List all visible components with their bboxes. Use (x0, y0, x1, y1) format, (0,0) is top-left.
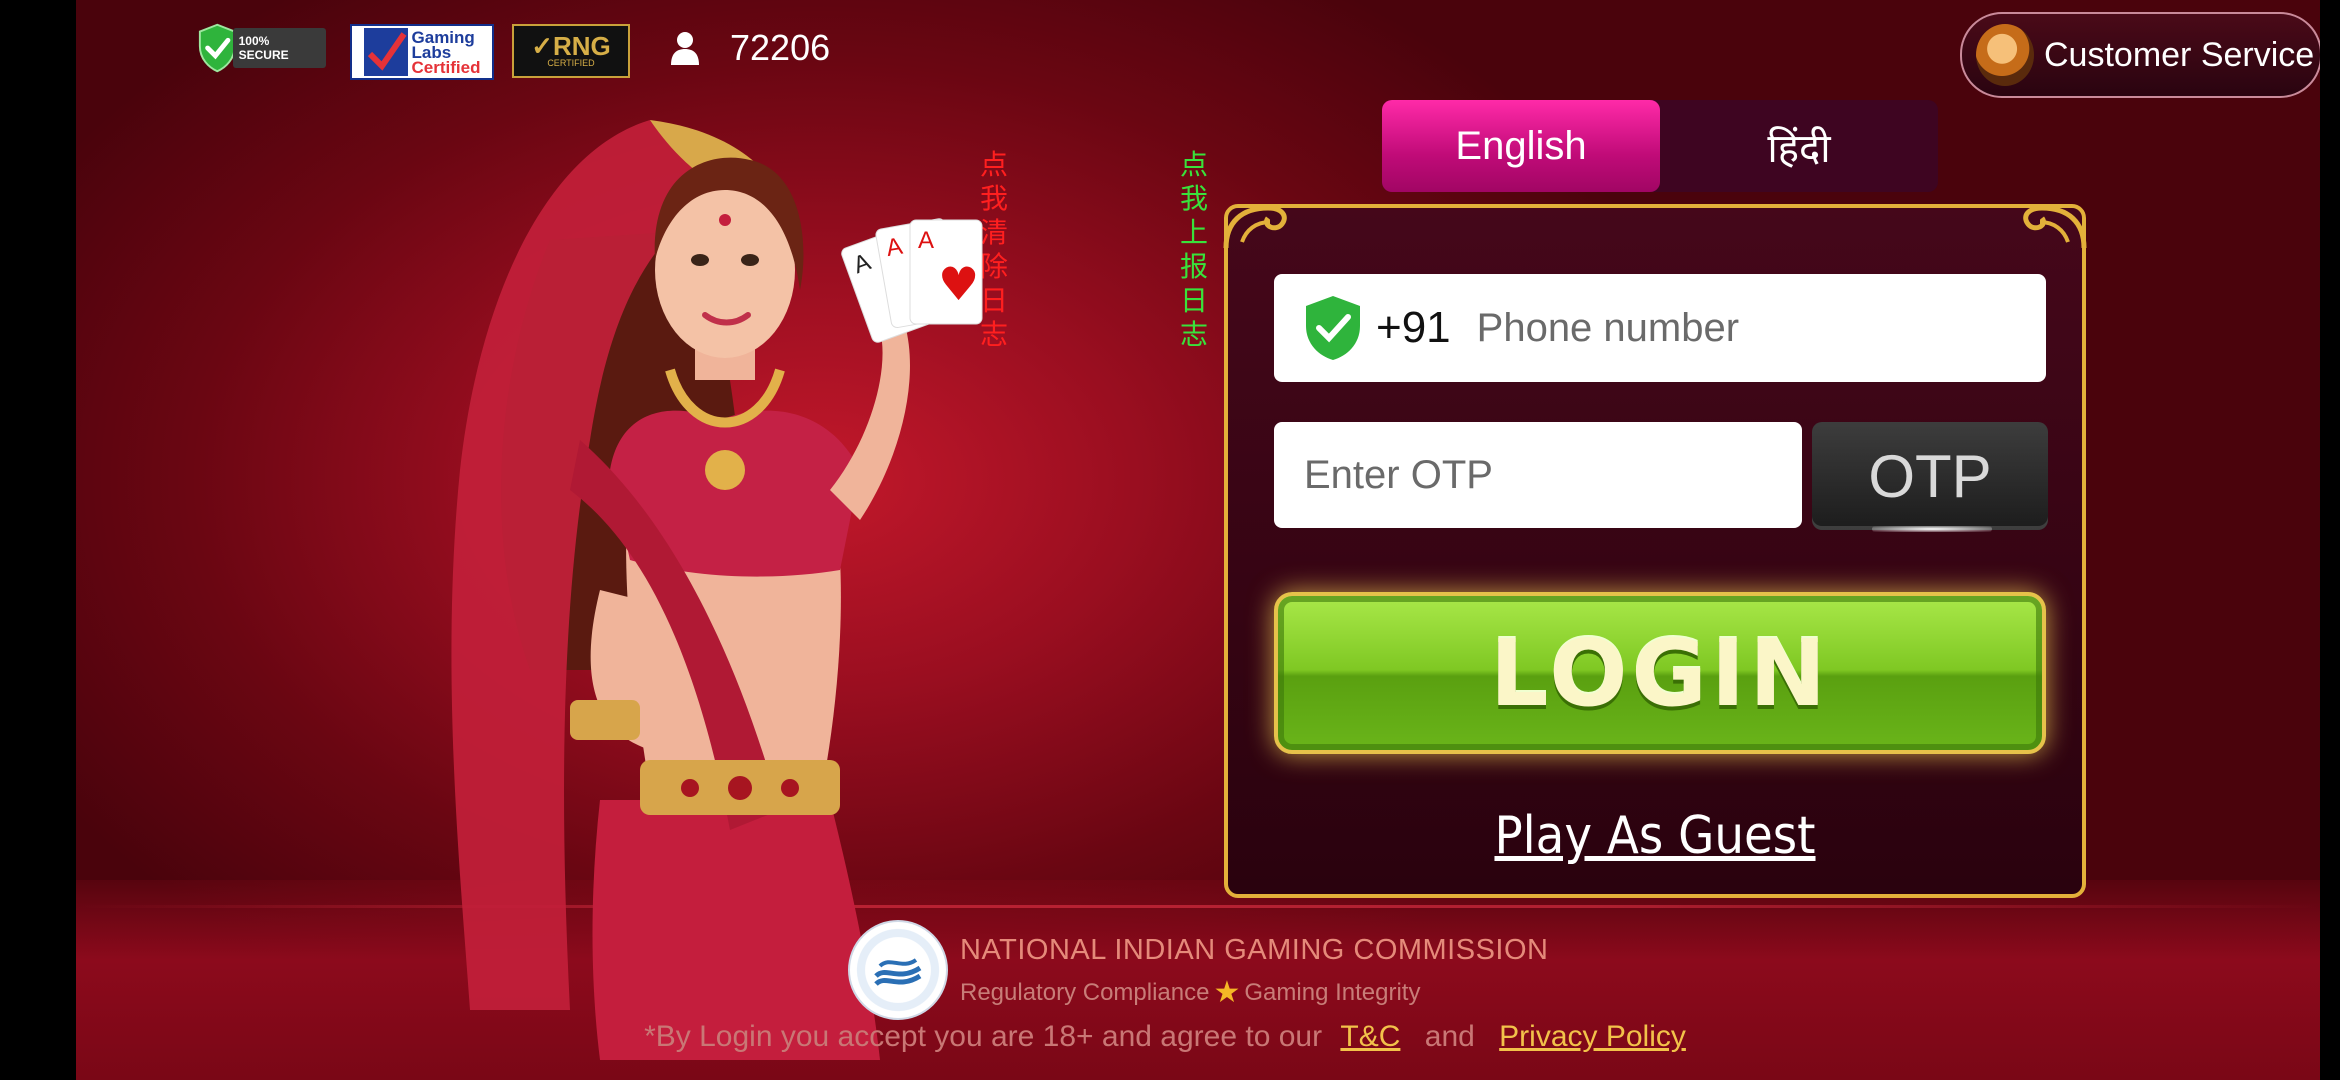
customer-service-button[interactable]: Customer Service (1960, 12, 2322, 98)
privacy-policy-link[interactable]: Privacy Policy (1499, 1020, 1686, 1053)
rng-certified-badge: ✓RNG CERTIFIED (512, 24, 630, 78)
right-edge-bar (2320, 0, 2340, 1080)
customer-service-label: Customer Service (2044, 35, 2315, 74)
checkmark-icon (363, 28, 408, 76)
ornament-corner-right-icon (2023, 205, 2087, 249)
secure-badge-label: 100% SECURE (232, 28, 326, 68)
rng-label: ✓RNG (531, 31, 611, 61)
online-count: 72206 (730, 27, 831, 68)
star-icon: ★ (1213, 976, 1241, 1009)
person-icon (671, 32, 699, 65)
tab-english[interactable]: English (1382, 100, 1660, 192)
commission-subtitle: Regulatory Compliance ★ Gaming Integrity (960, 976, 1421, 1009)
guest-row: Play As Guest (1228, 806, 2082, 866)
checkmark-icon: ✓ (531, 31, 553, 61)
svg-text:A: A (918, 227, 934, 254)
support-agent-icon (1976, 24, 2034, 86)
send-otp-button[interactable]: OTP (1812, 422, 2048, 532)
wave-emblem-icon (874, 958, 922, 987)
svg-text:♥: ♥ (938, 257, 979, 311)
terms-link[interactable]: T&C (1340, 1020, 1400, 1053)
tab-hindi[interactable]: हिंदी (1660, 100, 1938, 192)
terms-notice: *By Login you accept you are 18+ and agr… (644, 1020, 1686, 1053)
gaming-labs-text: Gaming Labs Certified (411, 27, 481, 77)
login-screen: 100% SECURE Gaming Labs Certified ✓RNG C… (0, 0, 2340, 1080)
report-log-button[interactable]: 点我 上报 日志 (1180, 148, 1220, 352)
secure-badge: 100% SECURE (196, 23, 326, 73)
phone-field: +91 (1274, 274, 2046, 382)
left-system-bar (0, 0, 76, 1080)
language-switcher: English हिंदी (1382, 100, 1938, 192)
ornament-corner-left-icon (1223, 205, 1287, 249)
country-code: +91 (1376, 303, 1451, 352)
online-players: 72206 (670, 26, 830, 70)
login-panel: +91 OTP LOGIN Play As Guest (1223, 204, 2087, 898)
phone-input[interactable] (1474, 304, 2039, 352)
hostess-illustration: A A A ♥ (451, 120, 983, 1060)
nigc-logo (848, 920, 948, 1020)
commission-title: NATIONAL INDIAN GAMING COMMISSION (960, 934, 1549, 966)
otp-field (1274, 422, 1802, 528)
gaming-labs-badge: Gaming Labs Certified (350, 24, 494, 80)
login-button[interactable]: LOGIN (1274, 592, 2046, 754)
otp-input[interactable] (1302, 451, 1786, 499)
play-as-guest-link[interactable]: Play As Guest (1494, 806, 1815, 866)
login-button-label: LOGIN (1489, 619, 1831, 727)
verified-shield-icon (1306, 296, 1360, 360)
